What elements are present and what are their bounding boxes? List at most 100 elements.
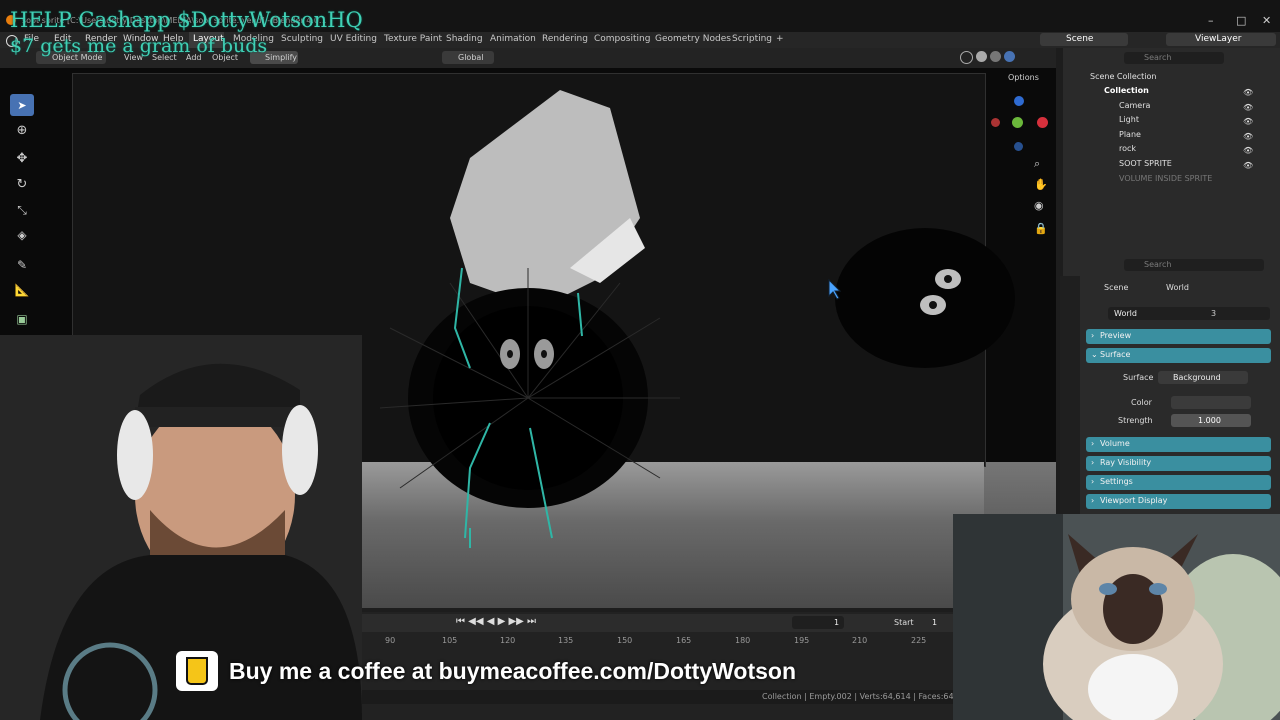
outliner-search-input[interactable] bbox=[1124, 52, 1224, 64]
rock-object bbox=[450, 90, 640, 308]
timeline-tick: 210 bbox=[852, 636, 868, 645]
scale-icon: ⤡ bbox=[17, 202, 27, 217]
annotate-pencil-icon: ✎ bbox=[16, 258, 28, 272]
rotate-tool[interactable]: ↻ bbox=[10, 173, 34, 195]
add-cube-icon: ▣ bbox=[16, 312, 28, 326]
properties-search-placeholder: Search bbox=[1144, 260, 1172, 269]
visibility-eye-icons: 👁 👁 👁 👁 👁 👁 bbox=[1243, 88, 1254, 170]
cat-figure bbox=[953, 514, 1280, 720]
pan-hand-icon[interactable]: ✋ bbox=[1034, 178, 1048, 191]
add-workspace-button[interactable]: + bbox=[776, 34, 784, 44]
outliner-item-rock[interactable]: rock bbox=[1119, 144, 1136, 153]
tab-compositing[interactable]: Compositing bbox=[594, 34, 650, 44]
annotate-tool[interactable]: ✎ bbox=[10, 254, 34, 276]
minimize-button[interactable]: – bbox=[1208, 14, 1214, 27]
lock-icon[interactable]: 🔒 bbox=[1034, 222, 1048, 235]
outliner-collection[interactable]: Collection bbox=[1104, 86, 1149, 95]
nav-gizmo-z-icon[interactable] bbox=[1014, 96, 1024, 106]
transform-tool[interactable]: ◈ bbox=[10, 224, 34, 246]
rendered-shading-icon[interactable] bbox=[1004, 51, 1015, 62]
camera-view-icon[interactable]: ◉ bbox=[1034, 199, 1044, 212]
outliner-search-placeholder: Search bbox=[1144, 53, 1172, 62]
timeline-tick: 195 bbox=[794, 636, 810, 645]
coffee-banner: Buy me a coffee at buymeacoffee.com/Dott… bbox=[174, 651, 894, 693]
nav-gizmo-x-icon[interactable] bbox=[1037, 117, 1048, 128]
coffee-cup-icon bbox=[176, 651, 218, 691]
color-swatch[interactable] bbox=[1171, 396, 1251, 409]
close-button[interactable]: ✕ bbox=[1262, 14, 1271, 27]
add-cube-tool[interactable]: ▣ bbox=[10, 308, 34, 330]
coffee-banner-text: Buy me a coffee at buymeacoffee.com/Dott… bbox=[229, 658, 797, 684]
start-label: Start bbox=[894, 618, 914, 627]
tab-geometry-nodes[interactable]: Geometry Nodes bbox=[655, 34, 731, 44]
timeline-tick: 90 bbox=[385, 636, 396, 645]
breadcrumb-scene[interactable]: Scene bbox=[1104, 283, 1128, 292]
panel-volume[interactable]: › Volume bbox=[1086, 437, 1271, 452]
tab-animation[interactable]: Animation bbox=[490, 34, 536, 44]
outliner-item-volume-inside-sprite[interactable]: VOLUME INSIDE SPRITE bbox=[1119, 174, 1212, 183]
outliner-item-plane[interactable]: Plane bbox=[1119, 130, 1141, 139]
scene-name: Scene bbox=[1066, 34, 1094, 44]
transform-icon: ◈ bbox=[17, 228, 27, 242]
nav-gizmo-y-icon[interactable] bbox=[1012, 117, 1023, 128]
cashapp-overlay-text: HELP Cashapp $DottyWotsonHQ bbox=[10, 8, 363, 32]
tab-uv-editing[interactable]: UV Editing bbox=[330, 34, 377, 44]
panel-surface[interactable]: ⌄ Surface bbox=[1086, 348, 1271, 363]
timeline-tick: 225 bbox=[911, 636, 927, 645]
maximize-button[interactable]: □ bbox=[1236, 14, 1246, 27]
nav-gizmo-neg-x-icon[interactable] bbox=[991, 118, 1000, 127]
panel-viewport-display[interactable]: › Viewport Display bbox=[1086, 494, 1271, 509]
cursor-icon: ⊕ bbox=[16, 122, 28, 138]
timeline-header bbox=[362, 614, 956, 632]
outliner-item-light[interactable]: Light bbox=[1119, 115, 1139, 124]
timeline-tick: 120 bbox=[500, 636, 516, 645]
shading-modes bbox=[960, 51, 1020, 64]
color-label: Color bbox=[1131, 398, 1152, 407]
panel-ray-visibility[interactable]: › Ray Visibility bbox=[1086, 456, 1271, 471]
breadcrumb-world[interactable]: World bbox=[1166, 283, 1189, 292]
surface-label: Surface bbox=[1123, 373, 1154, 382]
tab-rendering[interactable]: Rendering bbox=[542, 34, 588, 44]
surface-value: Background bbox=[1173, 373, 1221, 382]
buds-overlay-text: $7 gets me a gram of buds bbox=[10, 35, 268, 57]
select-arrow-icon: ➤ bbox=[17, 98, 27, 112]
start-value[interactable]: 1 bbox=[932, 618, 937, 627]
outliner-item-camera[interactable]: Camera bbox=[1119, 101, 1150, 110]
select-box-tool[interactable]: ➤ bbox=[10, 94, 34, 116]
cursor-tool[interactable]: ⊕ bbox=[10, 119, 34, 141]
current-frame-value: 1 bbox=[834, 618, 840, 627]
properties-tabs bbox=[1060, 276, 1080, 516]
solid-shading-icon[interactable] bbox=[976, 51, 987, 62]
tab-texture-paint[interactable]: Texture Paint bbox=[384, 34, 442, 44]
panel-preview[interactable]: › Preview bbox=[1086, 329, 1271, 344]
outliner-item-soot-sprite[interactable]: SOOT SPRITE bbox=[1119, 159, 1172, 168]
world-name: World bbox=[1114, 309, 1137, 318]
rotate-icon: ↻ bbox=[16, 176, 28, 192]
measure-ruler-icon: 📐 bbox=[14, 283, 30, 297]
timeline-tick: 180 bbox=[735, 636, 751, 645]
timeline-tick: 150 bbox=[617, 636, 633, 645]
view-layer-name: ViewLayer bbox=[1195, 34, 1242, 44]
move-tool[interactable]: ✥ bbox=[10, 147, 34, 169]
outliner-scene-collection[interactable]: Scene Collection bbox=[1090, 72, 1157, 81]
timeline-tick: 135 bbox=[558, 636, 574, 645]
wireframe-shading-icon[interactable] bbox=[960, 51, 973, 64]
playback-controls[interactable]: ⏮ ◀◀ ◀ ▶ ▶▶ ⏭ bbox=[456, 616, 536, 627]
measure-tool[interactable]: 📐 bbox=[10, 279, 34, 301]
timeline-tick: 105 bbox=[442, 636, 458, 645]
cat-webcam bbox=[953, 514, 1280, 720]
panel-settings[interactable]: › Settings bbox=[1086, 475, 1271, 490]
nav-gizmo-neg-z-icon[interactable] bbox=[1014, 142, 1023, 151]
tab-sculpting[interactable]: Sculpting bbox=[281, 34, 323, 44]
zoom-icon[interactable]: ⌕ bbox=[1034, 157, 1040, 171]
world-users-count: 3 bbox=[1211, 309, 1217, 318]
tab-shading[interactable]: Shading bbox=[446, 34, 483, 44]
strength-label: Strength bbox=[1118, 416, 1153, 425]
tab-scripting[interactable]: Scripting bbox=[732, 34, 772, 44]
move-icon: ✥ bbox=[16, 150, 28, 166]
material-shading-icon[interactable] bbox=[990, 51, 1001, 62]
simplify-label: Simplify bbox=[265, 53, 298, 62]
strength-value: 1.000 bbox=[1198, 416, 1221, 425]
orientation-label: Global bbox=[458, 53, 484, 62]
scale-tool[interactable]: ⤡ bbox=[10, 199, 34, 221]
